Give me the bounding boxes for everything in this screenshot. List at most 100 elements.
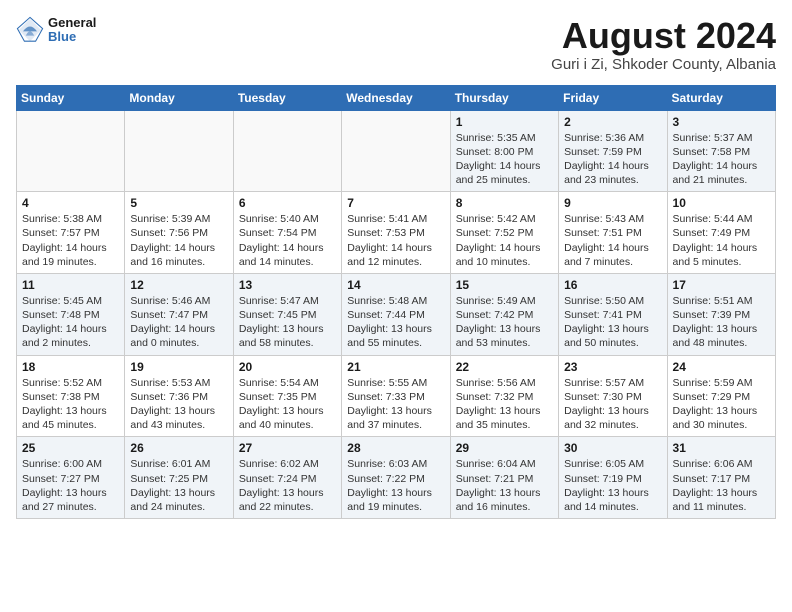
calendar-cell: 7 Sunrise: 5:41 AM Sunset: 7:53 PM Daylig…	[342, 192, 450, 274]
calendar-cell: 13 Sunrise: 5:47 AM Sunset: 7:45 PM Dayli…	[233, 273, 341, 355]
calendar-cell: 29 Sunrise: 6:04 AM Sunset: 7:21 PM Dayli…	[450, 437, 558, 519]
calendar-cell: 27 Sunrise: 6:02 AM Sunset: 7:24 PM Dayli…	[233, 437, 341, 519]
logo-icon	[16, 16, 44, 44]
calendar-cell: 25 Sunrise: 6:00 AM Sunset: 7:27 PM Dayli…	[17, 437, 125, 519]
calendar-cell: 10 Sunrise: 5:44 AM Sunset: 7:49 PM Dayli…	[667, 192, 775, 274]
day-info: Sunrise: 5:41 AM Sunset: 7:53 PM Dayligh…	[347, 212, 444, 269]
calendar-cell: 23 Sunrise: 5:57 AM Sunset: 7:30 PM Dayli…	[559, 355, 667, 437]
day-info: Sunrise: 6:06 AM Sunset: 7:17 PM Dayligh…	[673, 457, 770, 514]
calendar-cell: 26Sunrise: 6:01 AM Sunset: 7:25 PM Dayli…	[125, 437, 233, 519]
calendar-cell	[125, 110, 233, 192]
day-number: 26	[130, 441, 227, 455]
day-number: 7	[347, 196, 444, 210]
day-number: 29	[456, 441, 553, 455]
calendar-week-row: 11 Sunrise: 5:45 AM Sunset: 7:48 PM Dayli…	[17, 273, 776, 355]
page-header: General Blue August 2024 Guri i Zi, Shko…	[16, 16, 776, 73]
day-info: Sunrise: 6:00 AM Sunset: 7:27 PM Dayligh…	[22, 457, 119, 514]
day-info: Sunrise: 5:42 AM Sunset: 7:52 PM Dayligh…	[456, 212, 553, 269]
calendar-cell: 18 Sunrise: 5:52 AM Sunset: 7:38 PM Dayli…	[17, 355, 125, 437]
calendar-cell: 17 Sunrise: 5:51 AM Sunset: 7:39 PM Dayli…	[667, 273, 775, 355]
day-number: 17	[673, 278, 770, 292]
day-info: Sunrise: 5:43 AM Sunset: 7:51 PM Dayligh…	[564, 212, 661, 269]
day-info: Sunrise: 6:02 AM Sunset: 7:24 PM Dayligh…	[239, 457, 336, 514]
day-number: 14	[347, 278, 444, 292]
day-number: 20	[239, 360, 336, 374]
day-number: 10	[673, 196, 770, 210]
calendar-cell: 6 Sunrise: 5:40 AM Sunset: 7:54 PM Daylig…	[233, 192, 341, 274]
day-info: Sunrise: 5:59 AM Sunset: 7:29 PM Dayligh…	[673, 376, 770, 433]
weekday-header: Sunday	[17, 85, 125, 110]
day-info: Sunrise: 5:52 AM Sunset: 7:38 PM Dayligh…	[22, 376, 119, 433]
calendar-cell: 22 Sunrise: 5:56 AM Sunset: 7:32 PM Dayli…	[450, 355, 558, 437]
calendar-cell	[342, 110, 450, 192]
day-info: Sunrise: 5:37 AM Sunset: 7:58 PM Dayligh…	[673, 131, 770, 188]
logo: General Blue	[16, 16, 96, 45]
calendar-week-row: 18 Sunrise: 5:52 AM Sunset: 7:38 PM Dayli…	[17, 355, 776, 437]
calendar-cell: 5Sunrise: 5:39 AM Sunset: 7:56 PM Daylig…	[125, 192, 233, 274]
calendar-table: SundayMondayTuesdayWednesdayThursdayFrid…	[16, 85, 776, 519]
day-info: Sunrise: 6:05 AM Sunset: 7:19 PM Dayligh…	[564, 457, 661, 514]
day-number: 16	[564, 278, 661, 292]
weekday-header: Tuesday	[233, 85, 341, 110]
calendar-week-row: 1 Sunrise: 5:35 AM Sunset: 8:00 PM Daylig…	[17, 110, 776, 192]
day-info: Sunrise: 5:36 AM Sunset: 7:59 PM Dayligh…	[564, 131, 661, 188]
day-number: 13	[239, 278, 336, 292]
calendar-week-row: 4 Sunrise: 5:38 AM Sunset: 7:57 PM Daylig…	[17, 192, 776, 274]
logo-text: General Blue	[48, 16, 96, 45]
day-number: 30	[564, 441, 661, 455]
day-info: Sunrise: 5:56 AM Sunset: 7:32 PM Dayligh…	[456, 376, 553, 433]
day-info: Sunrise: 6:03 AM Sunset: 7:22 PM Dayligh…	[347, 457, 444, 514]
day-number: 25	[22, 441, 119, 455]
weekday-header: Monday	[125, 85, 233, 110]
day-info: Sunrise: 5:40 AM Sunset: 7:54 PM Dayligh…	[239, 212, 336, 269]
calendar-cell: 20Sunrise: 5:54 AM Sunset: 7:35 PM Dayli…	[233, 355, 341, 437]
calendar-cell: 1 Sunrise: 5:35 AM Sunset: 8:00 PM Daylig…	[450, 110, 558, 192]
day-info: Sunrise: 5:55 AM Sunset: 7:33 PM Dayligh…	[347, 376, 444, 433]
calendar-cell: 9 Sunrise: 5:43 AM Sunset: 7:51 PM Daylig…	[559, 192, 667, 274]
day-number: 19	[130, 360, 227, 374]
day-info: Sunrise: 5:47 AM Sunset: 7:45 PM Dayligh…	[239, 294, 336, 351]
day-info: Sunrise: 5:51 AM Sunset: 7:39 PM Dayligh…	[673, 294, 770, 351]
calendar-cell: 8Sunrise: 5:42 AM Sunset: 7:52 PM Daylig…	[450, 192, 558, 274]
day-info: Sunrise: 5:53 AM Sunset: 7:36 PM Dayligh…	[130, 376, 227, 433]
calendar-cell: 2Sunrise: 5:36 AM Sunset: 7:59 PM Daylig…	[559, 110, 667, 192]
day-info: Sunrise: 5:44 AM Sunset: 7:49 PM Dayligh…	[673, 212, 770, 269]
day-info: Sunrise: 5:50 AM Sunset: 7:41 PM Dayligh…	[564, 294, 661, 351]
calendar-cell: 15 Sunrise: 5:49 AM Sunset: 7:42 PM Dayli…	[450, 273, 558, 355]
weekday-header: Saturday	[667, 85, 775, 110]
day-number: 11	[22, 278, 119, 292]
calendar-cell: 3 Sunrise: 5:37 AM Sunset: 7:58 PM Daylig…	[667, 110, 775, 192]
day-number: 28	[347, 441, 444, 455]
day-number: 4	[22, 196, 119, 210]
day-number: 22	[456, 360, 553, 374]
day-info: Sunrise: 5:38 AM Sunset: 7:57 PM Dayligh…	[22, 212, 119, 269]
calendar-cell: 19 Sunrise: 5:53 AM Sunset: 7:36 PM Dayli…	[125, 355, 233, 437]
day-number: 21	[347, 360, 444, 374]
day-info: Sunrise: 5:49 AM Sunset: 7:42 PM Dayligh…	[456, 294, 553, 351]
day-number: 27	[239, 441, 336, 455]
weekday-header: Wednesday	[342, 85, 450, 110]
calendar-cell: 4 Sunrise: 5:38 AM Sunset: 7:57 PM Daylig…	[17, 192, 125, 274]
day-number: 3	[673, 115, 770, 129]
day-info: Sunrise: 5:35 AM Sunset: 8:00 PM Dayligh…	[456, 131, 553, 188]
calendar-cell: 28 Sunrise: 6:03 AM Sunset: 7:22 PM Dayli…	[342, 437, 450, 519]
day-number: 6	[239, 196, 336, 210]
day-number: 31	[673, 441, 770, 455]
calendar-cell	[17, 110, 125, 192]
day-info: Sunrise: 5:46 AM Sunset: 7:47 PM Dayligh…	[130, 294, 227, 351]
day-number: 9	[564, 196, 661, 210]
day-number: 18	[22, 360, 119, 374]
calendar-title: August 2024	[551, 16, 776, 56]
day-number: 1	[456, 115, 553, 129]
day-info: Sunrise: 6:04 AM Sunset: 7:21 PM Dayligh…	[456, 457, 553, 514]
day-info: Sunrise: 5:57 AM Sunset: 7:30 PM Dayligh…	[564, 376, 661, 433]
day-number: 15	[456, 278, 553, 292]
title-block: August 2024 Guri i Zi, Shkoder County, A…	[551, 16, 776, 73]
calendar-cell: 24Sunrise: 5:59 AM Sunset: 7:29 PM Dayli…	[667, 355, 775, 437]
weekday-header: Friday	[559, 85, 667, 110]
calendar-cell	[233, 110, 341, 192]
day-number: 23	[564, 360, 661, 374]
day-info: Sunrise: 5:45 AM Sunset: 7:48 PM Dayligh…	[22, 294, 119, 351]
weekday-header: Thursday	[450, 85, 558, 110]
calendar-week-row: 25 Sunrise: 6:00 AM Sunset: 7:27 PM Dayli…	[17, 437, 776, 519]
